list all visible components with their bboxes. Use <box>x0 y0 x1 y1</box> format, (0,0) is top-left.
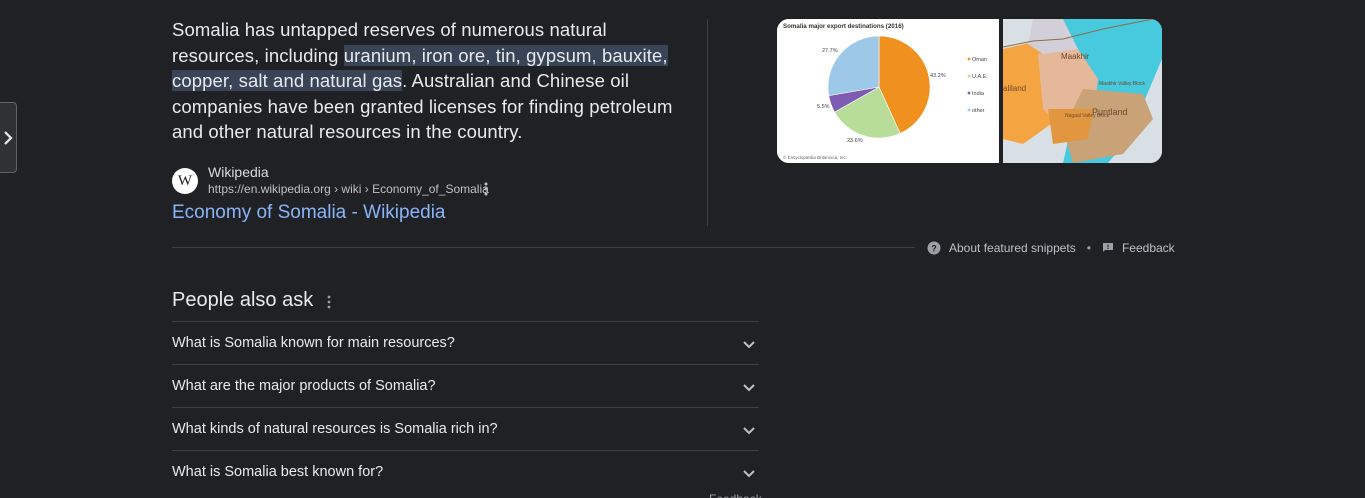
map-label-nugaal-block: Nugaal Valley Block <box>1065 113 1110 119</box>
pie-slices <box>827 35 931 139</box>
about-featured-snippets-label: About featured snippets <box>949 241 1076 255</box>
chevron-down-icon <box>743 470 755 478</box>
feedback-link[interactable]: Feedback <box>1102 241 1175 255</box>
paa-question-text: What are the major products of Somalia? <box>172 378 436 394</box>
footer-separator: • <box>1086 241 1091 255</box>
snippet-footer: ? About featured snippets • Feedback <box>927 239 1175 257</box>
legend-oman: Oman <box>972 57 987 63</box>
legend-swatch-india <box>967 91 971 95</box>
export-destinations-pie-chart: Somalia major export destinations (2016)… <box>777 19 999 163</box>
featured-snippet-text: Somalia has untapped reserves of numerou… <box>172 17 692 145</box>
paa-question-text: What is Somalia best known for? <box>172 464 384 480</box>
people-also-ask-heading: People also ask <box>172 289 314 311</box>
vertical-divider <box>707 19 708 226</box>
pie-label-india: 5.5% <box>817 104 830 110</box>
chevron-down-icon <box>743 341 755 349</box>
legend-uae: U.A.E. <box>972 74 988 80</box>
map-label-maakhir: Maakhir <box>1061 52 1090 61</box>
legend-india: India <box>972 91 985 97</box>
legend-other: other <box>972 108 985 114</box>
chevron-down-icon <box>743 427 755 435</box>
map-label-somaliland: aliland <box>1003 84 1026 93</box>
feedback-icon <box>1102 243 1113 252</box>
side-panel-toggle[interactable] <box>0 102 17 173</box>
pie-label-uae: 23.6% <box>847 138 863 144</box>
map-label-maakhir-block: Maakhir Valley Block <box>1099 81 1146 87</box>
horizontal-divider <box>172 247 915 248</box>
pie-chart-title: Somalia major export destinations (2016) <box>783 23 904 30</box>
somalia-region-map: Maakhir aliland Puntland Maakhir Valley … <box>1003 19 1162 163</box>
svg-text:?: ? <box>931 244 937 254</box>
legend-swatch-oman <box>967 57 971 61</box>
chevron-right-icon <box>4 130 13 145</box>
wikipedia-favicon-icon: W <box>172 168 198 194</box>
paa-feedback-link-cutoff[interactable]: Feedback <box>709 492 762 498</box>
source-url: https://en.wikipedia.org › wiki › Econom… <box>208 182 489 196</box>
legend-swatch-other <box>967 108 971 112</box>
feedback-label: Feedback <box>1121 241 1175 255</box>
about-featured-snippets-link[interactable]: ? About featured snippets <box>927 241 1076 255</box>
paa-question[interactable]: What are the major products of Somalia? <box>172 364 759 407</box>
paa-question-text: What kinds of natural resources is Somal… <box>172 421 498 437</box>
source-name: Wikipedia <box>208 164 269 180</box>
legend-swatch-uae <box>967 74 971 78</box>
paa-more-options-icon[interactable] <box>321 293 337 311</box>
more-options-icon[interactable] <box>478 180 494 198</box>
paa-question-text: What is Somalia known for main resources… <box>172 335 455 351</box>
pie-label-oman: 43.2% <box>930 73 946 79</box>
people-also-ask-list: What is Somalia known for main resources… <box>172 321 759 493</box>
pie-chart-image[interactable]: Somalia major export destinations (2016)… <box>777 19 999 163</box>
paa-question[interactable]: What is Somalia best known for? <box>172 450 759 493</box>
result-title-link[interactable]: Economy of Somalia - Wikipedia <box>172 202 446 224</box>
chevron-down-icon <box>743 384 755 392</box>
help-icon: ? <box>927 241 941 255</box>
paa-question[interactable]: What kinds of natural resources is Somal… <box>172 407 759 450</box>
pie-credit: © Encyclopædia Britannica, Inc. <box>783 154 847 160</box>
somalia-map-image[interactable]: Maakhir aliland Puntland Maakhir Valley … <box>1003 19 1162 163</box>
paa-question[interactable]: What is Somalia known for main resources… <box>172 321 759 364</box>
pie-label-other: 27.7% <box>822 48 838 54</box>
